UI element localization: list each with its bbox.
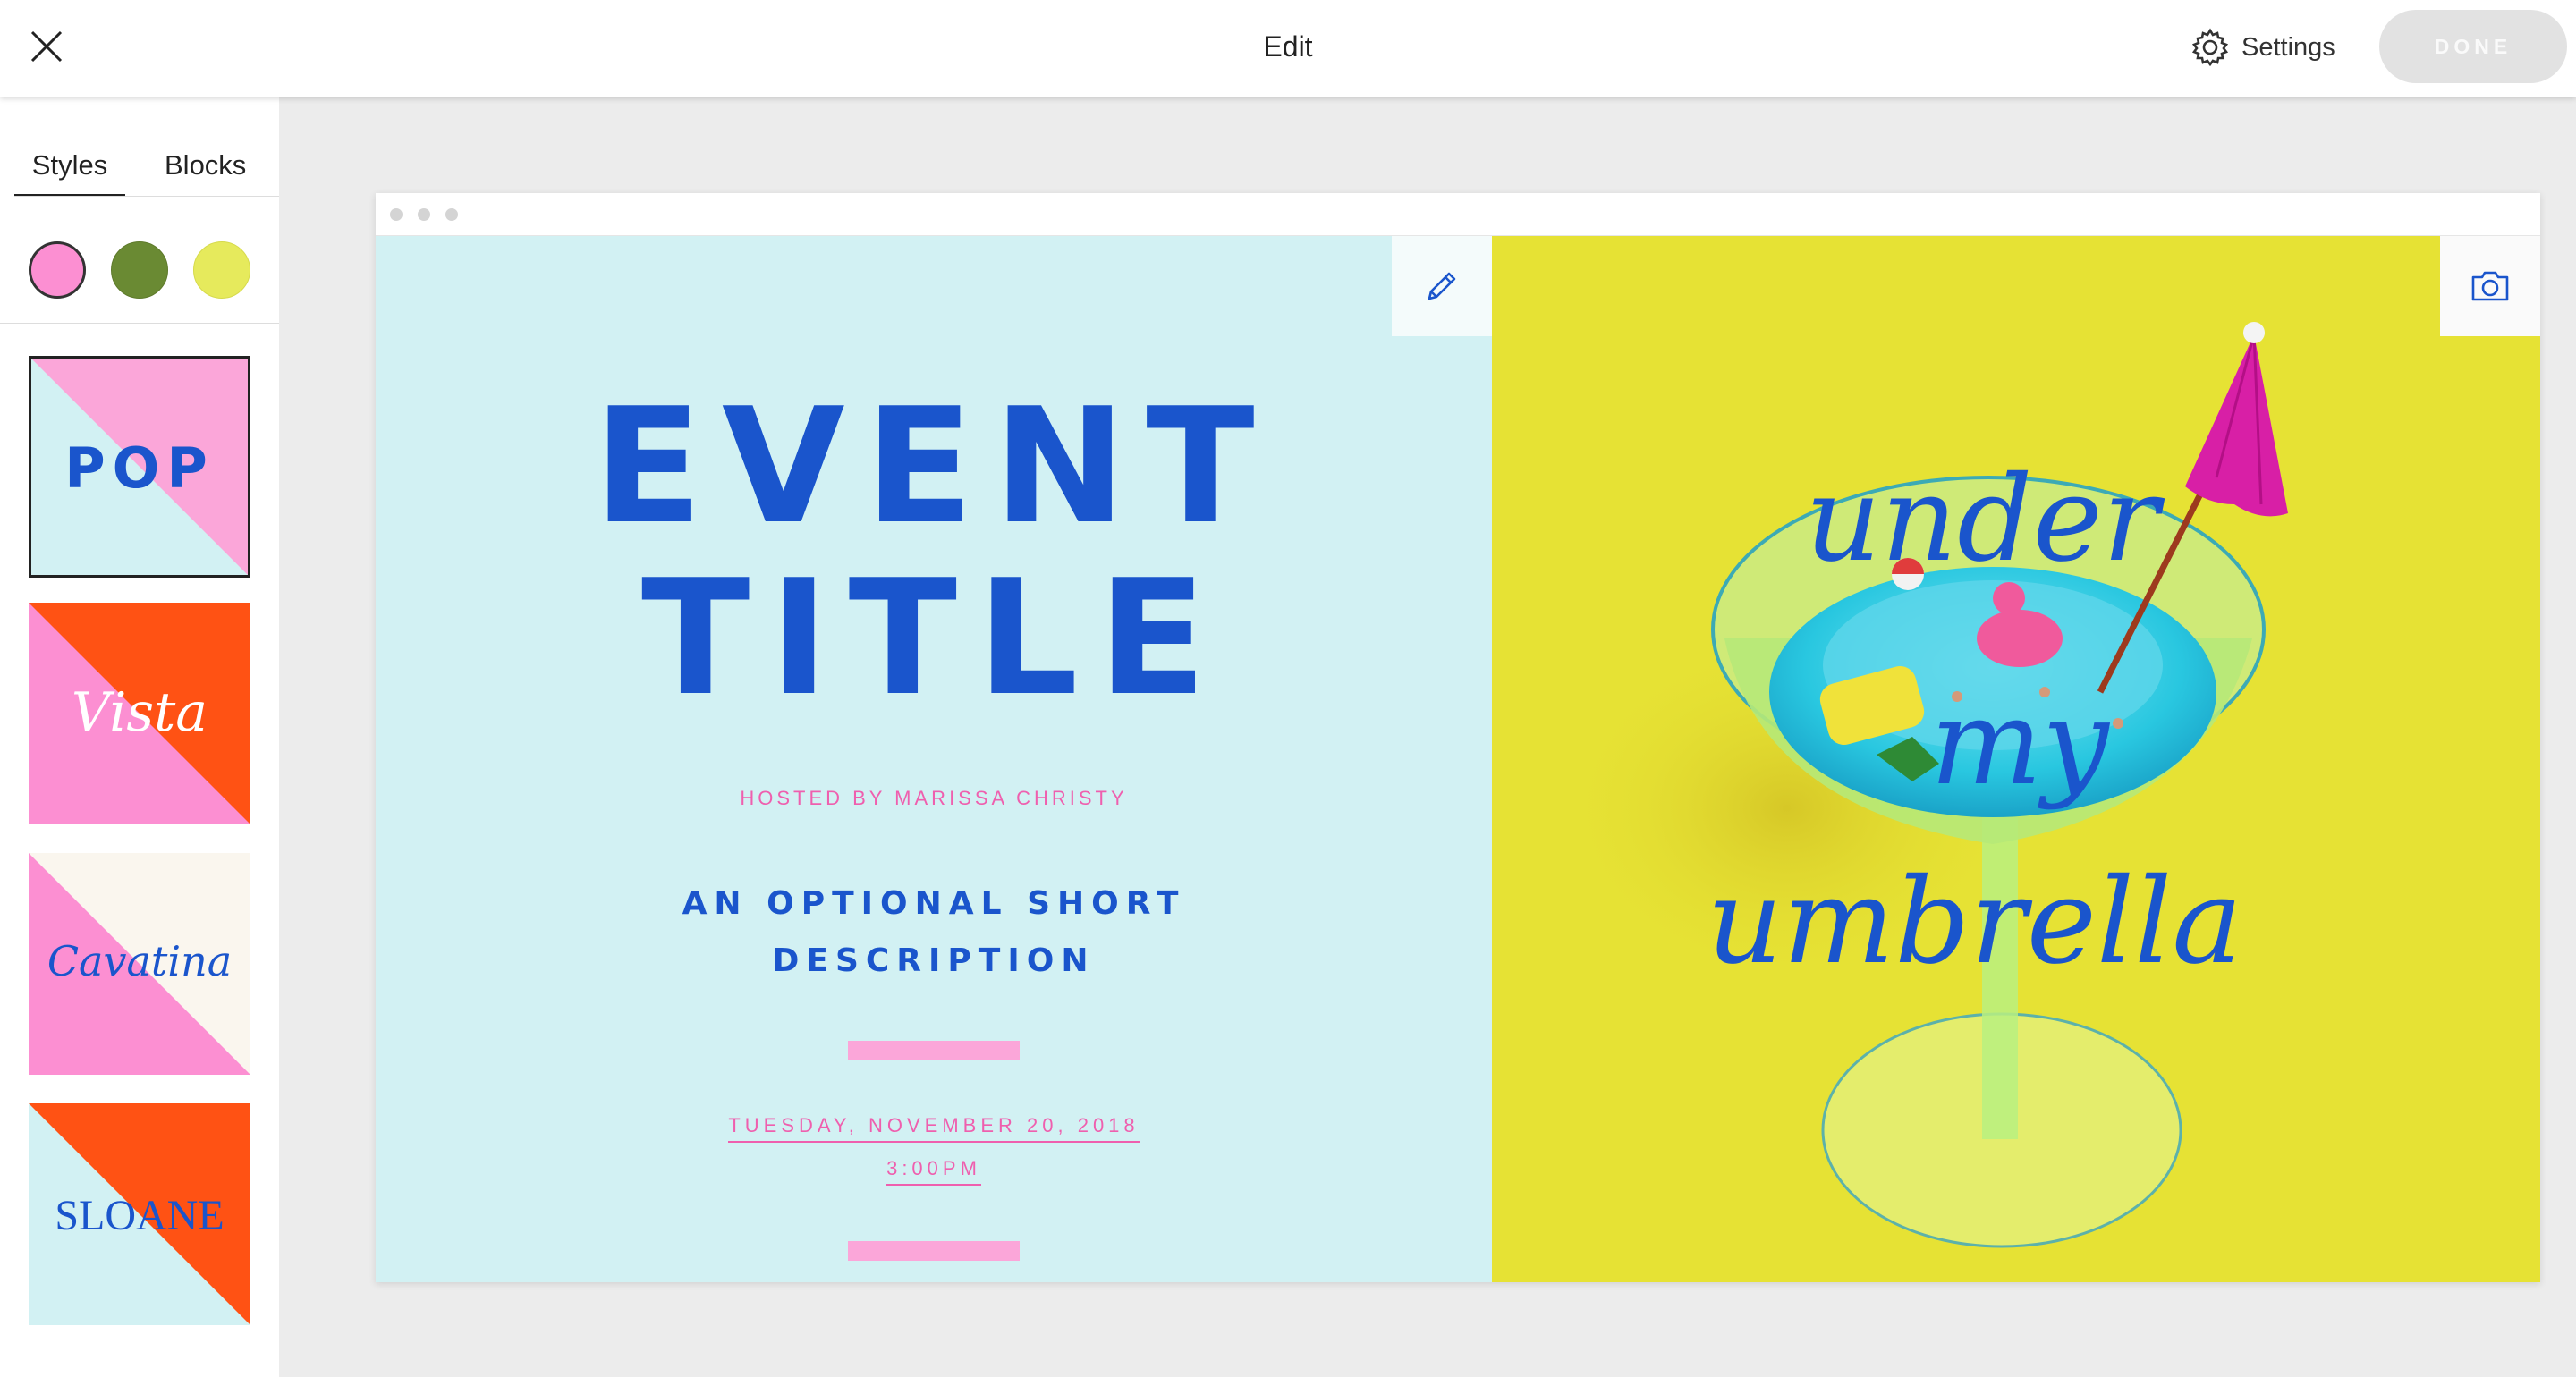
event-title-line-2: TITLE bbox=[640, 545, 1227, 731]
divider bbox=[0, 323, 279, 324]
image-script-line-1: under bbox=[1805, 451, 2159, 588]
event-image-block[interactable]: under my umbrella bbox=[1492, 236, 2540, 1282]
preview-window-bar bbox=[376, 193, 2540, 236]
tab-blocks[interactable]: Blocks bbox=[165, 143, 246, 197]
sidebar: Styles Blocks POP Vista Cavatina SLOANE bbox=[0, 97, 279, 1377]
color-swatch-pink[interactable] bbox=[29, 241, 86, 299]
style-card-vista[interactable]: Vista bbox=[29, 603, 250, 824]
window-dot bbox=[390, 208, 402, 221]
camera-icon bbox=[2471, 271, 2509, 301]
pencil-icon bbox=[1428, 272, 1456, 300]
image-script-line-2: my bbox=[1930, 674, 2109, 812]
image-script-line-3: umbrella bbox=[1707, 853, 2243, 991]
window-dot bbox=[445, 208, 458, 221]
description-line-2: DESCRIPTION bbox=[772, 942, 1096, 979]
event-date-text: TUESDAY, NOVEMBER 20, 2018 bbox=[728, 1114, 1140, 1143]
top-bar: Edit Settings DONE bbox=[0, 0, 2576, 97]
decorative-divider bbox=[848, 1241, 1020, 1261]
style-label-pop: POP bbox=[64, 435, 215, 501]
color-swatches bbox=[29, 241, 250, 299]
style-label-vista: Vista bbox=[71, 681, 208, 744]
color-swatch-yellow[interactable] bbox=[193, 241, 250, 299]
edit-button[interactable] bbox=[1392, 236, 1492, 336]
style-card-sloane[interactable]: SLOANE bbox=[29, 1103, 250, 1325]
sidebar-tabs: Styles Blocks bbox=[14, 143, 279, 197]
style-label-sloane: SLOANE bbox=[55, 1192, 225, 1239]
hosted-by-text: HOSTED BY MARISSA CHRISTY bbox=[740, 787, 1128, 809]
style-label-cavatina: Cavatina bbox=[47, 937, 233, 985]
style-card-cavatina[interactable]: Cavatina bbox=[29, 853, 250, 1075]
color-swatch-green[interactable] bbox=[111, 241, 168, 299]
event-text-block[interactable]: EVENT TITLE HOSTED BY MARISSA CHRISTY AN… bbox=[376, 236, 1492, 1282]
change-photo-button[interactable] bbox=[2440, 236, 2540, 336]
description-line-1: AN OPTIONAL SHORT bbox=[682, 885, 1186, 922]
settings-label: Settings bbox=[2241, 32, 2335, 62]
preview-window: EVENT TITLE HOSTED BY MARISSA CHRISTY AN… bbox=[376, 193, 2540, 1282]
window-dot bbox=[418, 208, 430, 221]
event-date: TUESDAY, NOVEMBER 20, 2018 bbox=[376, 1114, 1492, 1143]
event-time-text: 3:00PM bbox=[886, 1157, 981, 1186]
divider bbox=[14, 196, 279, 197]
settings-button[interactable]: Settings bbox=[2190, 25, 2335, 70]
decorative-divider bbox=[848, 1041, 1020, 1060]
event-title-line-1: EVENT bbox=[593, 374, 1275, 559]
style-card-pop[interactable]: POP bbox=[29, 356, 250, 578]
done-button[interactable]: DONE bbox=[2379, 10, 2567, 83]
gear-icon bbox=[2191, 28, 2229, 67]
event-time: 3:00PM bbox=[376, 1157, 1492, 1186]
tab-styles[interactable]: Styles bbox=[14, 143, 125, 197]
